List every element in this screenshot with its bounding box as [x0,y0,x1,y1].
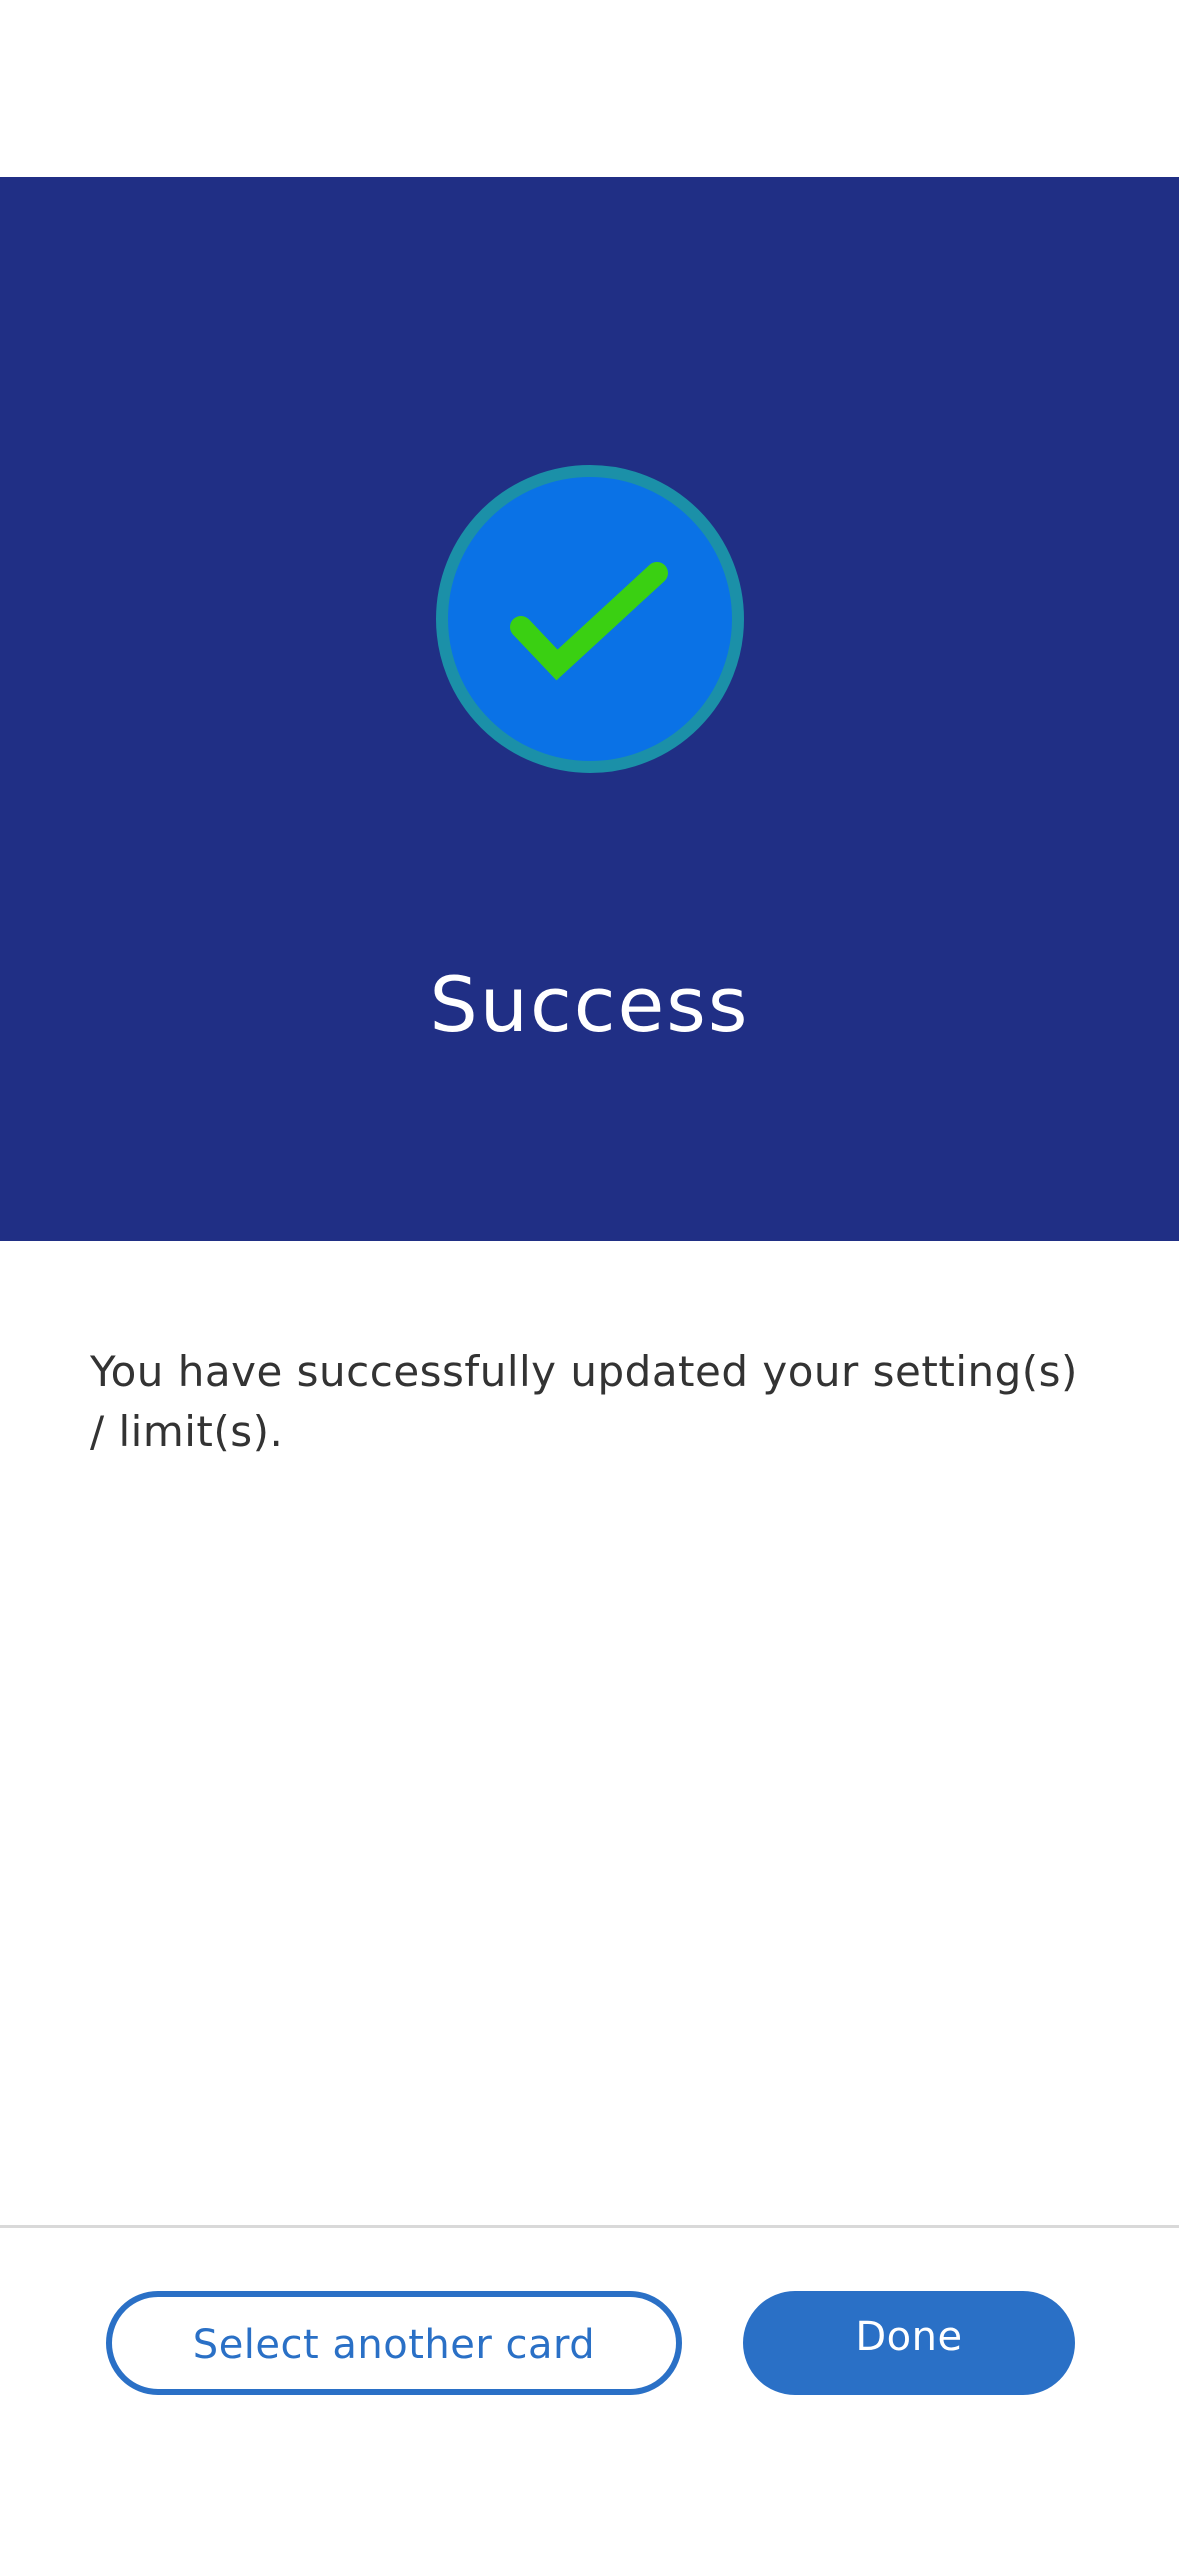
select-another-card-button[interactable]: Select another card [106,2291,682,2395]
top-bar [0,0,1179,177]
footer-divider [0,2225,1179,2228]
success-message: You have successfully updated your setti… [90,1347,1078,1456]
done-button[interactable]: Done [743,2291,1075,2395]
success-screen: Success You have successfully updated yo… [0,0,1179,2556]
check-circle-icon [436,465,744,773]
page-title: Success [429,960,750,1049]
success-hero: Success [0,177,1179,1241]
